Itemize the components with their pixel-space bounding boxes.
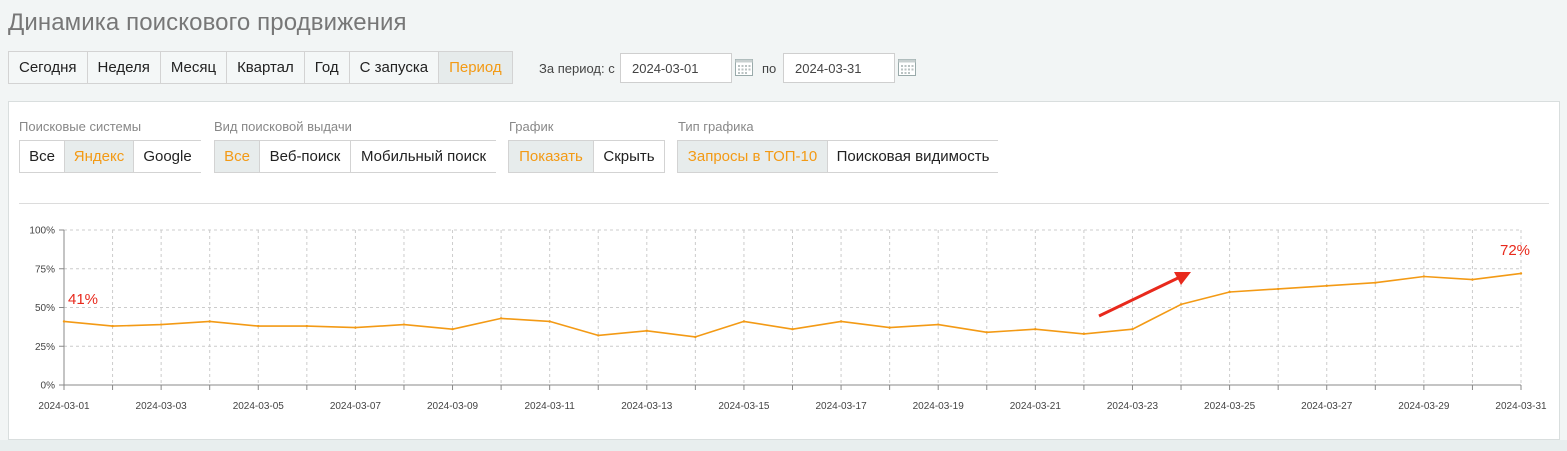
y-tick-label: 100% [29, 226, 55, 237]
bottom-strip [0, 440, 1567, 451]
y-tick-label: 50% [35, 303, 55, 314]
data-point[interactable] [1422, 275, 1426, 278]
x-tick-label: 2024-03-27 [1301, 401, 1353, 412]
data-point[interactable] [1519, 272, 1523, 275]
data-point[interactable] [888, 326, 891, 329]
data-point[interactable] [1471, 278, 1474, 281]
x-tick-label: 2024-03-19 [913, 401, 965, 412]
x-tick-label: 2024-03-29 [1398, 401, 1450, 412]
x-tick-label: 2024-03-01 [38, 401, 90, 412]
data-point[interactable] [402, 323, 406, 326]
data-point[interactable] [1374, 281, 1377, 284]
x-tick-label: 2024-03-11 [524, 401, 575, 412]
data-point[interactable] [985, 331, 988, 334]
x-tick-label: 2024-03-25 [1204, 401, 1256, 412]
x-tick-label: 2024-03-09 [427, 401, 479, 412]
data-point[interactable] [208, 320, 211, 323]
start-value-annotation: 41% [68, 291, 98, 308]
data-point[interactable] [937, 323, 940, 326]
x-tick-label: 2024-03-07 [330, 401, 382, 412]
data-point[interactable] [1131, 328, 1134, 331]
line-chart: 0% 25% 50% 75% 100% 2024-03-01 2024-03-03 2024-… [29, 226, 1547, 413]
data-point[interactable] [159, 323, 163, 326]
data-point[interactable] [62, 320, 66, 323]
data-point[interactable] [645, 329, 648, 332]
data-point[interactable] [354, 326, 357, 329]
data-point[interactable] [548, 320, 551, 323]
data-point[interactable] [1082, 332, 1086, 336]
y-tick-label: 25% [35, 342, 55, 353]
data-point[interactable] [111, 324, 114, 328]
data-point[interactable] [499, 317, 503, 320]
x-tick-label: 2024-03-03 [136, 401, 188, 412]
x-tick-label: 2024-03-13 [621, 401, 673, 412]
x-tick-label: 2024-03-23 [1107, 401, 1159, 412]
y-tick-label: 75% [35, 264, 55, 275]
trend-arrow [1098, 272, 1191, 318]
data-point[interactable] [1034, 328, 1037, 331]
data-point[interactable] [791, 328, 794, 331]
data-point[interactable] [1325, 284, 1328, 287]
data-point[interactable] [1179, 303, 1183, 306]
data-point[interactable] [839, 320, 843, 323]
y-tick-label: 0% [41, 381, 56, 392]
data-point[interactable] [1276, 287, 1280, 291]
x-tick-label: 2024-03-15 [718, 401, 770, 412]
data-point[interactable] [451, 328, 454, 331]
data-point[interactable] [1228, 290, 1231, 294]
data-point[interactable] [257, 324, 260, 328]
data-point[interactable] [694, 335, 697, 339]
data-point[interactable] [597, 334, 600, 337]
data-point[interactable] [305, 324, 309, 328]
x-tick-label: 2024-03-21 [1010, 401, 1062, 412]
x-tick-label: 2024-03-05 [233, 401, 285, 412]
data-point[interactable] [742, 320, 746, 323]
x-tick-label: 2024-03-17 [815, 401, 867, 412]
x-tick-label: 2024-03-31 [1495, 401, 1547, 412]
end-value-annotation: 72% [1500, 242, 1530, 259]
